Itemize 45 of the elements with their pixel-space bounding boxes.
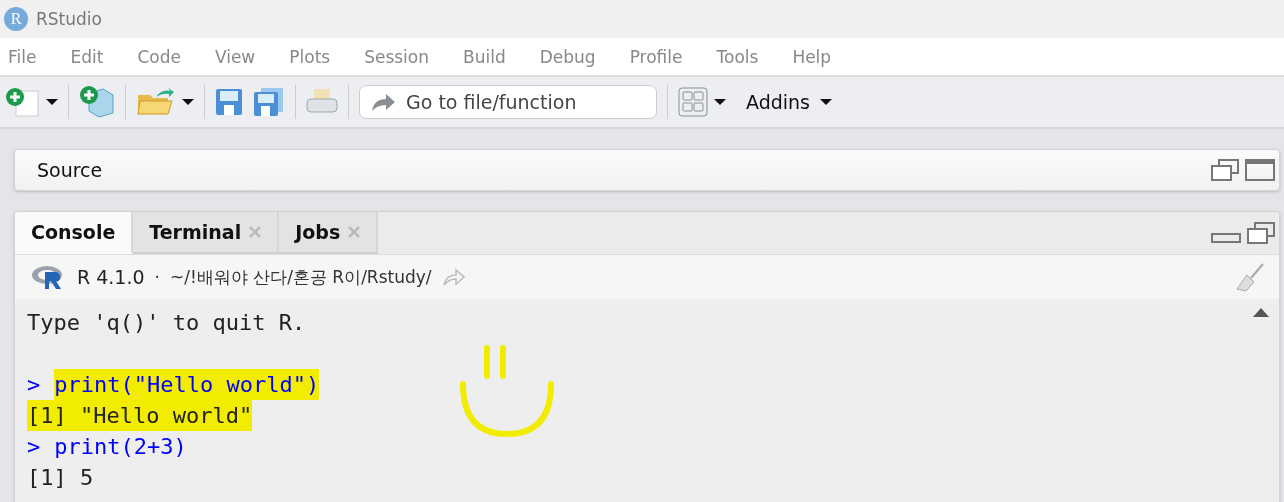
restore-icon[interactable] [1211,159,1239,181]
go-to-file-field[interactable]: Go to file/function [359,85,657,119]
console-output: [1] 5 [27,464,94,492]
menu-item[interactable]: Debug [531,46,604,67]
new-file-icon[interactable] [4,87,40,117]
save-icon[interactable] [215,88,243,116]
menu-item[interactable]: File [0,46,45,67]
console-output: Type 'q()' to quit R. [27,309,306,337]
console-command: print("Hello world") [54,369,320,400]
menu-item[interactable]: Help [784,46,840,67]
maximize-icon[interactable] [1245,159,1275,181]
save-all-icon[interactable] [253,87,285,117]
pane-title: Source [37,159,103,181]
menu-item[interactable]: View [206,46,264,67]
rstudio-logo: R [4,7,28,31]
separator-dot: · [154,267,160,287]
menu-item[interactable]: Tools [708,46,767,67]
restore-icon[interactable] [1247,222,1275,244]
console-command: print(2+3) [54,433,187,461]
pane-tab[interactable]: Jobs [279,212,379,254]
broom-icon[interactable] [1235,262,1265,292]
caret-icon[interactable] [46,98,58,106]
pane-tab[interactable]: Console [15,212,134,254]
console-prompt: > [27,371,41,399]
r-version: R 4.1.0 [77,266,145,288]
caret-icon[interactable] [820,98,832,106]
pane-tab[interactable]: Terminal [133,212,280,254]
menu-item[interactable]: Code [129,46,189,67]
working-directory: ~/!배워야 산다/혼공 R이/Rstudy/ [170,265,432,289]
console-prompt: > [27,433,41,461]
menu-item[interactable]: Session [356,46,438,67]
new-project-icon[interactable] [79,85,115,119]
caret-icon[interactable] [714,98,726,106]
grid-layout-icon[interactable] [678,87,708,117]
menu-item[interactable]: Edit [62,46,112,67]
arrow-icon [370,92,396,112]
open-folder-icon[interactable] [136,87,176,117]
menu-item[interactable]: Plots [281,46,339,67]
menu-item[interactable]: Profile [621,46,691,67]
console-output: [1] "Hello world" [27,400,253,431]
scroll-up-icon[interactable] [1253,307,1269,317]
window-title: RStudio [36,9,102,29]
caret-icon[interactable] [182,98,194,106]
menu-item[interactable]: Build [455,46,514,67]
addins-menu[interactable]: Addins [746,91,832,113]
